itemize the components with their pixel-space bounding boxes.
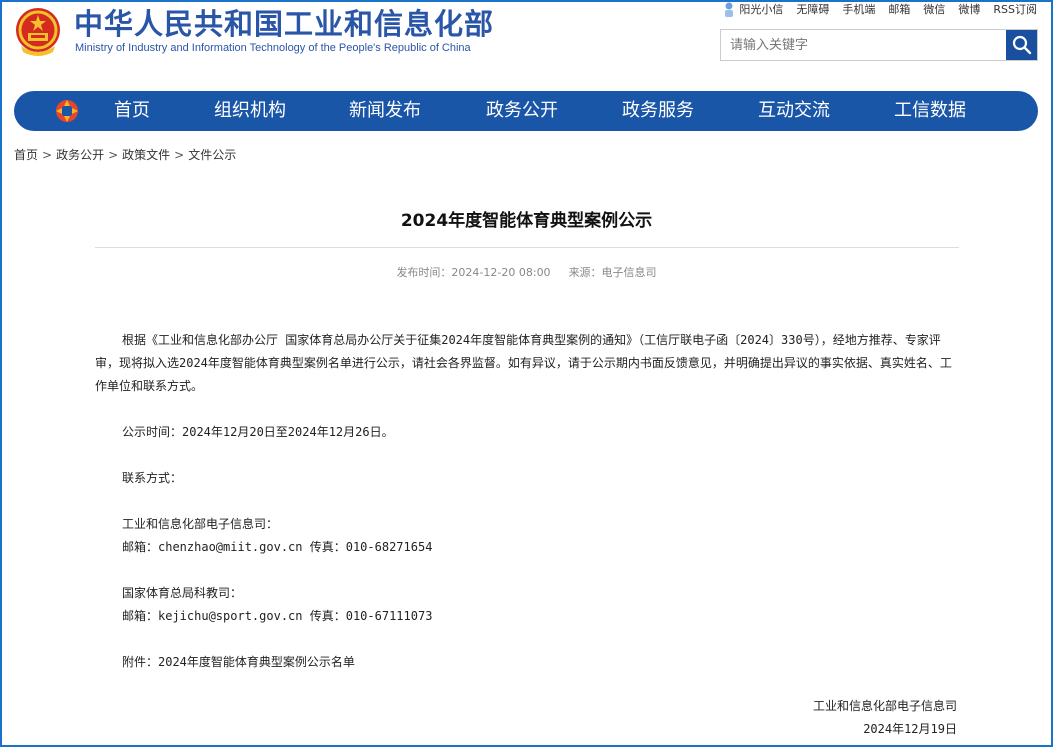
nav-item-news[interactable]: 新闻发布 (349, 91, 421, 131)
article-notice-period: 公示时间：2024年12月20日至2024年12月26日。 (122, 425, 394, 439)
nav-item-data[interactable]: 工信数据 (894, 91, 966, 131)
nav-item-organization[interactable]: 组织机构 (214, 91, 286, 131)
contact-org-1-details: 邮箱：chenzhao@miit.gov.cn 传真：010-68271654 (122, 540, 433, 554)
attachment-link[interactable]: 附件：2024年度智能体育典型案例公示名单 (95, 651, 959, 674)
breadcrumb-separator: > (42, 148, 53, 162)
signature-date: 2024年12月19日 (863, 722, 957, 736)
toplink-weibo[interactable]: 微博 (958, 2, 980, 18)
top-links: 阳光小信 无障碍 手机端 邮箱 微信 微博 RSS订阅 (723, 2, 1037, 18)
site-header: 中华人民共和国工业和信息化部 Ministry of Industry and … (2, 2, 1051, 90)
article-title: 2024年度智能体育典型案例公示 (400, 211, 653, 231)
breadcrumb: 首页 > 政务公开 > 政策文件 > 文件公示 (14, 146, 236, 163)
search-input[interactable] (721, 30, 1007, 60)
article-meta: 发布时间：2024-12-20 08:00 来源：电子信息司 (2, 264, 1051, 280)
breadcrumb-government-affairs[interactable]: 政务公开 (56, 148, 104, 162)
miit-logo-icon (56, 100, 78, 122)
toplink-assistant[interactable]: 阳光小信 (723, 2, 783, 18)
contact-org-2-details: 邮箱：kejichu@sport.gov.cn 传真：010-67111073 (122, 609, 433, 623)
contact-label: 联系方式： (122, 471, 183, 485)
breadcrumb-separator: > (108, 148, 119, 162)
search-box (720, 29, 1038, 61)
toplink-accessibility[interactable]: 无障碍 (796, 2, 829, 18)
nav-item-interaction[interactable]: 互动交流 (758, 91, 830, 131)
article-source: 来源：电子信息司 (568, 266, 657, 279)
contact-org-1: 工业和信息化部电子信息司： (122, 517, 279, 531)
search-button[interactable] (1006, 30, 1037, 60)
national-emblem-icon (16, 8, 60, 56)
publish-time: 发布时间：2024-12-20 08:00 (396, 266, 551, 279)
nav-item-home[interactable]: 首页 (114, 91, 150, 131)
main-nav: 首页 组织机构 新闻发布 政务公开 政务服务 互动交流 工信数据 (14, 91, 1038, 131)
toplink-rss[interactable]: RSS订阅 (993, 2, 1037, 18)
toplink-mail[interactable]: 邮箱 (888, 2, 910, 18)
title-divider (95, 247, 959, 248)
breadcrumb-file-notice[interactable]: 文件公示 (188, 148, 236, 162)
search-icon (1012, 35, 1031, 55)
toplink-wechat[interactable]: 微信 (923, 2, 945, 18)
toplink-mobile[interactable]: 手机端 (842, 2, 875, 18)
toplink-label: 阳光小信 (739, 3, 784, 16)
nav-item-government-affairs[interactable]: 政务公开 (486, 91, 558, 131)
breadcrumb-separator: > (174, 148, 185, 162)
contact-org-2: 国家体育总局科教司： (122, 586, 243, 600)
article-paragraph: 根据《工业和信息化部办公厅 国家体育总局办公厅关于征集2024年度智能体育典型案… (95, 333, 952, 393)
nav-item-government-services[interactable]: 政务服务 (622, 91, 694, 131)
site-title-en[interactable]: Ministry of Industry and Information Tec… (75, 42, 471, 54)
site-title-cn[interactable]: 中华人民共和国工业和信息化部 (74, 6, 494, 42)
robot-assistant-icon (725, 2, 734, 17)
breadcrumb-policy-files[interactable]: 政策文件 (122, 148, 170, 162)
signature-org: 工业和信息化部电子信息司 (812, 699, 957, 713)
breadcrumb-home[interactable]: 首页 (14, 148, 38, 162)
